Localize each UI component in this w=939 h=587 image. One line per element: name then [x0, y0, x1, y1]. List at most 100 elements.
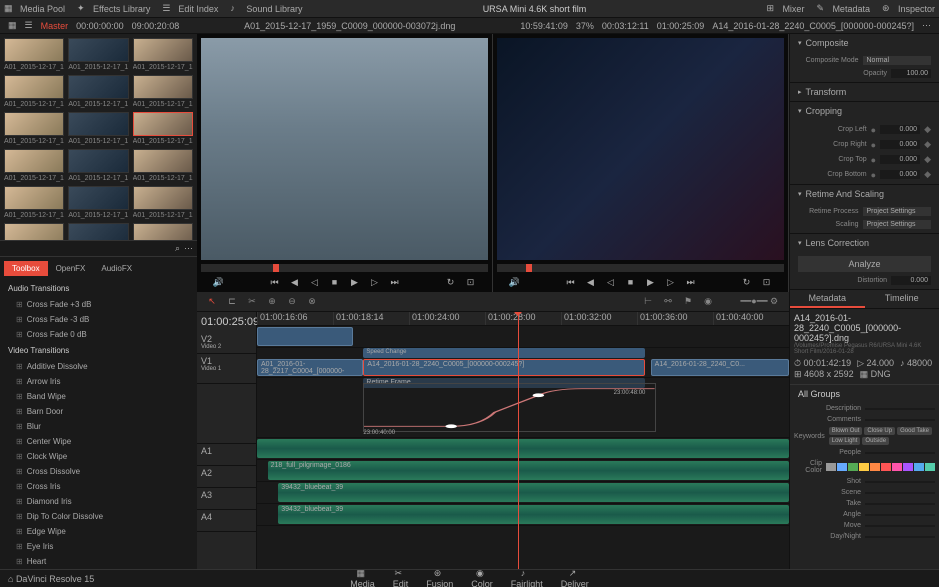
fx-item[interactable]: Heart [0, 554, 197, 569]
jump-end-icon[interactable]: ⏭ [388, 275, 402, 289]
color-swatch[interactable] [892, 463, 902, 471]
thumb-clip[interactable]: A01_2015-12-17_1 [4, 149, 64, 182]
lens-header[interactable]: Lens Correction [790, 234, 939, 252]
metadata-subtab[interactable]: Metadata [790, 290, 865, 308]
meta-field-value[interactable] [865, 514, 935, 516]
thumb-clip[interactable]: A01_2015-12-17_1 [133, 75, 193, 108]
speed-change-bar[interactable]: Speed Change [363, 348, 645, 358]
fx-item[interactable]: Clock Wipe [0, 449, 197, 464]
fx-tab-audiofx[interactable]: AudioFX [93, 261, 140, 276]
timeline-subtab[interactable]: Timeline [865, 290, 939, 308]
retime-process-select[interactable]: Project Settings [863, 207, 932, 216]
stop-icon[interactable]: ■ [624, 275, 638, 289]
fx-item[interactable]: Blur [0, 419, 197, 434]
fx-item[interactable]: Dip To Color Dissolve [0, 509, 197, 524]
jump-end-icon[interactable]: ⏭ [684, 275, 698, 289]
playhead[interactable] [518, 312, 519, 569]
all-groups-header[interactable]: All Groups [790, 384, 939, 403]
track-head-v1[interactable]: V1Video 1 [197, 354, 256, 384]
meta-field-value[interactable] [865, 492, 935, 494]
clip-a4[interactable]: 39432_bluebeat_39 [278, 505, 789, 524]
crop-value[interactable]: 0.000 [880, 170, 920, 179]
flag-icon[interactable]: ⚑ [681, 295, 695, 309]
options-icon[interactable]: ⋯ [922, 20, 931, 31]
thumb-clip[interactable]: A01_2015-12-17_1 [133, 149, 193, 182]
analyze-button[interactable]: Analyze [798, 256, 931, 272]
keyword-tag[interactable]: Outside [862, 437, 889, 445]
opacity-value[interactable]: 100.00 [891, 69, 931, 78]
master-label[interactable]: Master [41, 21, 69, 31]
thumb-clip[interactable]: A01_2015-12-17_1 [68, 75, 128, 108]
timeline-options-icon[interactable]: ⚙ [767, 295, 781, 309]
fx-item[interactable]: Cross Dissolve [0, 464, 197, 479]
track-head-retime[interactable] [197, 384, 256, 444]
thumb-clip[interactable]: A01_2015-12-17_1 [133, 223, 193, 240]
meta-field-value[interactable] [865, 536, 935, 538]
cropping-header[interactable]: Cropping [790, 102, 939, 120]
fx-tab-toolbox[interactable]: Toolbox [4, 261, 48, 276]
clip-a1[interactable] [257, 439, 789, 458]
fx-item[interactable]: Cross Iris [0, 479, 197, 494]
composite-mode-select[interactable]: Normal [863, 56, 932, 65]
loop-icon[interactable]: ↻ [740, 275, 754, 289]
composite-header[interactable]: Composite [790, 34, 939, 52]
track-head-a1[interactable]: A1 [197, 444, 256, 466]
thumb-clip[interactable]: A01_2015-12-17_1 [68, 112, 128, 145]
fx-item[interactable]: Eye Iris [0, 539, 197, 554]
fx-item[interactable]: Diamond Iris [0, 494, 197, 509]
play-icon[interactable]: ▶ [348, 275, 362, 289]
clip-v1-3[interactable]: A14_2016-01-28_2240_C0... [651, 359, 789, 376]
thumb-clip[interactable]: A01_2015-12-17_1 [4, 38, 64, 71]
keyword-tag[interactable]: Low Light [829, 437, 861, 445]
clip-a2[interactable]: 218_full_pilgrimage_0186 [268, 461, 789, 480]
fx-item[interactable]: Center Wipe [0, 434, 197, 449]
media-pool-tab[interactable]: ▦Media Pool [4, 3, 65, 15]
timeline-tracks[interactable]: 01:00:16:0601:00:18:1401:00:24:0001:00:2… [257, 312, 789, 569]
thumb-clip[interactable]: A01_2015-12-17_1 [4, 112, 64, 145]
sound-library-tab[interactable]: ♪Sound Library [230, 3, 302, 15]
fx-item[interactable]: Edge Wipe [0, 524, 197, 539]
speaker-icon[interactable]: 🔊 [212, 275, 226, 289]
panel-options-icon[interactable]: ⋯ [184, 243, 193, 254]
nav-page-deliver[interactable]: ↗Deliver [561, 568, 589, 587]
clip-v1-1[interactable]: A01_2016-01-28_2217_C0004_[000000-000...… [257, 359, 363, 376]
fx-item[interactable]: Cross Fade +3 dB [0, 297, 197, 312]
meta-field-value[interactable] [865, 481, 935, 483]
crop-value[interactable]: 0.000 [880, 155, 920, 164]
metadata-tab[interactable]: ✎Metadata [816, 3, 870, 15]
nav-page-fusion[interactable]: ⊛Fusion [426, 568, 453, 587]
timeline-scrubber[interactable] [497, 264, 784, 272]
fx-item[interactable]: Barn Door [0, 404, 197, 419]
next-frame-icon[interactable]: ▷ [664, 275, 678, 289]
match-frame-icon[interactable]: ⊡ [760, 275, 774, 289]
meta-field-value[interactable] [865, 452, 935, 454]
crop-value[interactable]: 0.000 [880, 125, 920, 134]
timeline-ruler[interactable]: 01:00:16:0601:00:18:1401:00:24:0001:00:2… [257, 312, 789, 326]
fx-item[interactable]: Band Wipe [0, 389, 197, 404]
search-icon[interactable]: ⌕ [175, 243, 180, 254]
clip-v1-2[interactable]: A14_2016-01-28_2240_C0005_[000000-000245… [363, 359, 645, 376]
retime-header[interactable]: Retime And Scaling [790, 185, 939, 203]
fx-tab-openfx[interactable]: OpenFX [48, 261, 94, 276]
meta-field-value[interactable] [865, 419, 935, 421]
overwrite-icon[interactable]: ⊖ [285, 295, 299, 309]
match-frame-icon[interactable]: ⊡ [464, 275, 478, 289]
thumb-clip[interactable]: A01_2015-12-17_1 [133, 112, 193, 145]
view-grid-icon[interactable]: ▦ [8, 20, 17, 31]
nav-page-fairlight[interactable]: ♪Fairlight [511, 568, 543, 587]
color-swatch[interactable] [925, 463, 935, 471]
keyword-tag[interactable]: Blown Out [829, 427, 863, 435]
track-head-v2[interactable]: V2Video 2 [197, 332, 256, 354]
fit-pct[interactable]: 37% [576, 21, 594, 31]
meta-field-value[interactable] [865, 503, 935, 505]
source-scrubber[interactable] [201, 264, 488, 272]
color-swatch[interactable] [859, 463, 869, 471]
nav-page-color[interactable]: ◉Color [471, 568, 493, 587]
meta-field-value[interactable] [865, 408, 935, 410]
thumb-clip[interactable]: A01_2015-12-17_1 [133, 186, 193, 219]
thumb-clip[interactable]: A01_2015-12-17_1 [133, 38, 193, 71]
loop-icon[interactable]: ↻ [444, 275, 458, 289]
fx-item[interactable]: Arrow Iris [0, 374, 197, 389]
scaling-select[interactable]: Project Settings [863, 220, 932, 229]
distortion-value[interactable]: 0.000 [891, 276, 931, 285]
